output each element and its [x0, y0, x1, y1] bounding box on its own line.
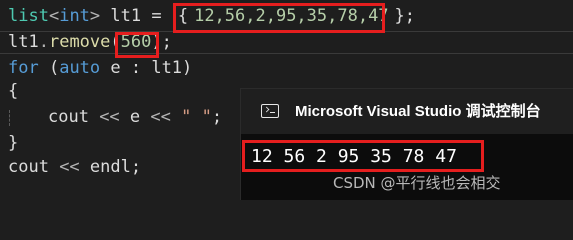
- token-brace-close: };: [394, 6, 416, 26]
- token-shift-op-3: <<: [48, 157, 90, 177]
- token-lt: <: [48, 6, 60, 26]
- token-for-rest: e : lt1): [100, 58, 193, 78]
- token-shift-op-1: <<: [88, 107, 130, 127]
- code-line-7[interactable]: cout << endl;: [8, 155, 141, 179]
- token-block-close: }: [8, 133, 19, 153]
- token-shift-op-2: <<: [140, 107, 182, 127]
- token-semicolon-2: ;: [130, 157, 142, 177]
- token-cout-2: cout: [8, 157, 49, 177]
- token-for-paren: (: [38, 58, 60, 78]
- token-cout: cout: [48, 107, 89, 127]
- token-semicolon: ;: [211, 107, 223, 127]
- token-for: for: [8, 58, 39, 78]
- annotation-box-console-output: [242, 140, 484, 172]
- token-e: e: [129, 107, 141, 127]
- code-line-6[interactable]: }: [8, 131, 18, 155]
- token-obj: lt1: [8, 32, 39, 52]
- console-title-bar[interactable]: Microsoft Visual Studio 调试控制台: [241, 89, 573, 134]
- token-var-decl: lt1 =: [100, 6, 172, 26]
- token-endl: endl: [89, 157, 131, 177]
- annotation-box-list-values: [173, 3, 385, 33]
- token-block-open: {: [8, 81, 19, 101]
- token-auto: auto: [59, 58, 101, 78]
- annotation-box-remove-arg: [115, 32, 159, 58]
- token-remove-method: remove: [48, 32, 111, 52]
- token-dot: .: [38, 32, 49, 52]
- code-line-3[interactable]: for (auto e : lt1): [8, 56, 192, 80]
- code-line-4[interactable]: {: [8, 79, 18, 103]
- token-space-string: " ": [181, 107, 212, 127]
- token-int-type: int: [59, 6, 90, 26]
- console-app-icon: [261, 104, 279, 118]
- watermark: CSDN @平行线也会相交: [333, 174, 501, 192]
- code-line-5[interactable]: cout << e << " ";: [8, 105, 222, 129]
- token-gt: >: [89, 6, 101, 26]
- token-list-type: list: [8, 6, 49, 26]
- console-title: Microsoft Visual Studio 调试控制台: [295, 103, 541, 120]
